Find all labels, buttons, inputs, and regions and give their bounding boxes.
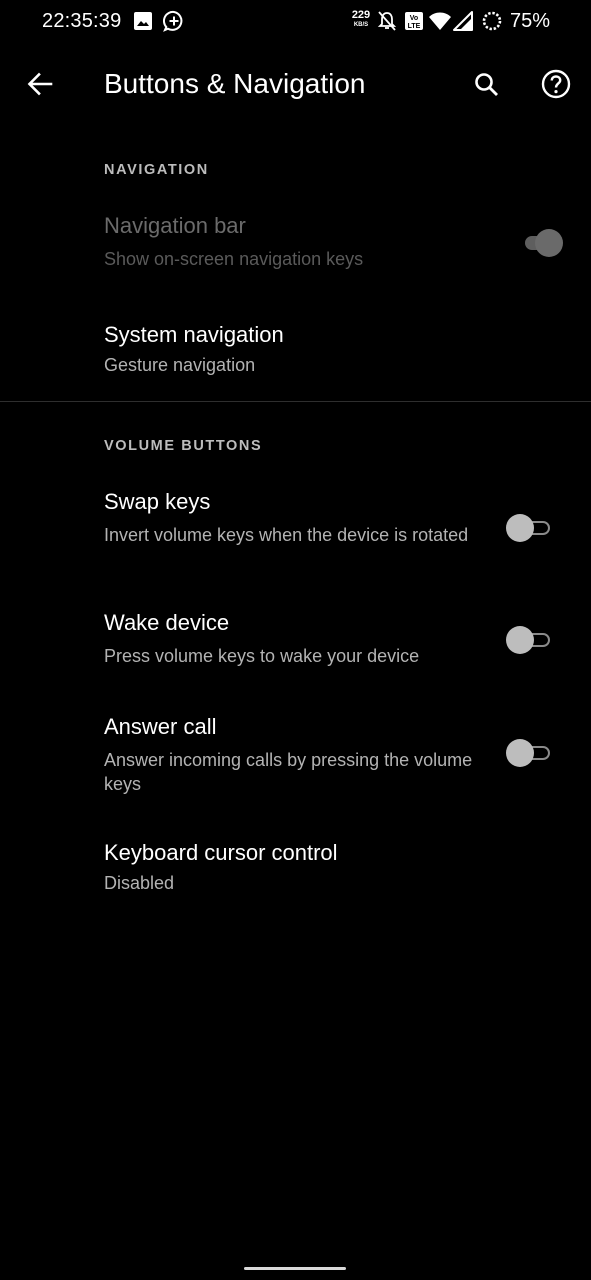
notifications-off-icon (377, 11, 397, 31)
net-speed-value: 229 (351, 9, 371, 21)
net-speed-indicator: 229 KB/S (348, 9, 374, 30)
pref-system-navigation[interactable]: System navigation Gesture navigation (0, 322, 591, 382)
volte-icon: Vo LTE (405, 12, 423, 30)
back-button[interactable] (20, 64, 60, 104)
arrow-back-icon (27, 72, 53, 96)
pref-title: Keyboard cursor control (104, 840, 338, 865)
switch-thumb (506, 739, 534, 767)
search-icon (475, 73, 498, 96)
navigation-bar-toggle[interactable] (517, 228, 563, 258)
pref-answer-call[interactable]: Answer call Answer incoming calls by pre… (0, 714, 591, 798)
pref-swap-keys[interactable]: Swap keys Invert volume keys when the de… (0, 489, 591, 573)
section-header-navigation: NAVIGATION (104, 162, 209, 178)
switch-thumb (535, 229, 563, 257)
pref-summary: Gesture navigation (104, 355, 256, 375)
pref-title: Wake device (104, 610, 230, 635)
section-divider (0, 401, 591, 402)
battery-saver-icon (482, 11, 502, 31)
net-speed-unit: KB/S (353, 22, 369, 28)
section-header-volume-buttons: VOLUME BUTTONS (104, 438, 263, 454)
help-icon (541, 69, 571, 99)
chat-add-icon (163, 10, 183, 32)
signal-icon (453, 11, 473, 31)
gesture-home-indicator[interactable] (244, 1267, 346, 1270)
switch-thumb (506, 514, 534, 542)
pref-title: Swap keys (104, 489, 211, 514)
pref-title: Answer call (104, 714, 217, 739)
pref-summary: Show on-screen navigation keys (104, 249, 364, 269)
settings-screen: 22:35:39 229 KB/S Vo LTE 75% Buttons & N… (0, 0, 591, 1280)
pref-summary: Answer incoming calls by pressing the vo… (104, 750, 473, 794)
pref-summary: Press volume keys to wake your device (104, 646, 420, 666)
swap-keys-toggle[interactable] (506, 513, 552, 543)
status-bar: 22:35:39 229 KB/S Vo LTE 75% (0, 0, 591, 44)
pref-title: System navigation (104, 322, 284, 347)
search-button[interactable] (466, 64, 506, 104)
pref-summary: Invert volume keys when the device is ro… (104, 525, 469, 545)
pref-keyboard-cursor-control[interactable]: Keyboard cursor control Disabled (0, 840, 591, 900)
answer-call-toggle[interactable] (506, 738, 552, 768)
status-time: 22:35:39 (42, 10, 122, 32)
pref-title: Navigation bar (104, 213, 246, 238)
page-title: Buttons & Navigation (104, 68, 366, 99)
svg-text:LTE: LTE (408, 23, 421, 30)
app-bar: Buttons & Navigation (0, 44, 591, 128)
pref-wake-device[interactable]: Wake device Press volume keys to wake yo… (0, 610, 591, 670)
image-icon (134, 12, 152, 30)
help-button[interactable] (536, 64, 576, 104)
svg-text:Vo: Vo (410, 15, 418, 22)
pref-summary: Disabled (104, 873, 175, 893)
pref-navigation-bar[interactable]: Navigation bar Show on-screen navigation… (0, 213, 591, 283)
battery-percentage: 75% (510, 10, 551, 32)
switch-thumb (506, 626, 534, 654)
wake-device-toggle[interactable] (506, 625, 552, 655)
wifi-icon (429, 12, 451, 30)
